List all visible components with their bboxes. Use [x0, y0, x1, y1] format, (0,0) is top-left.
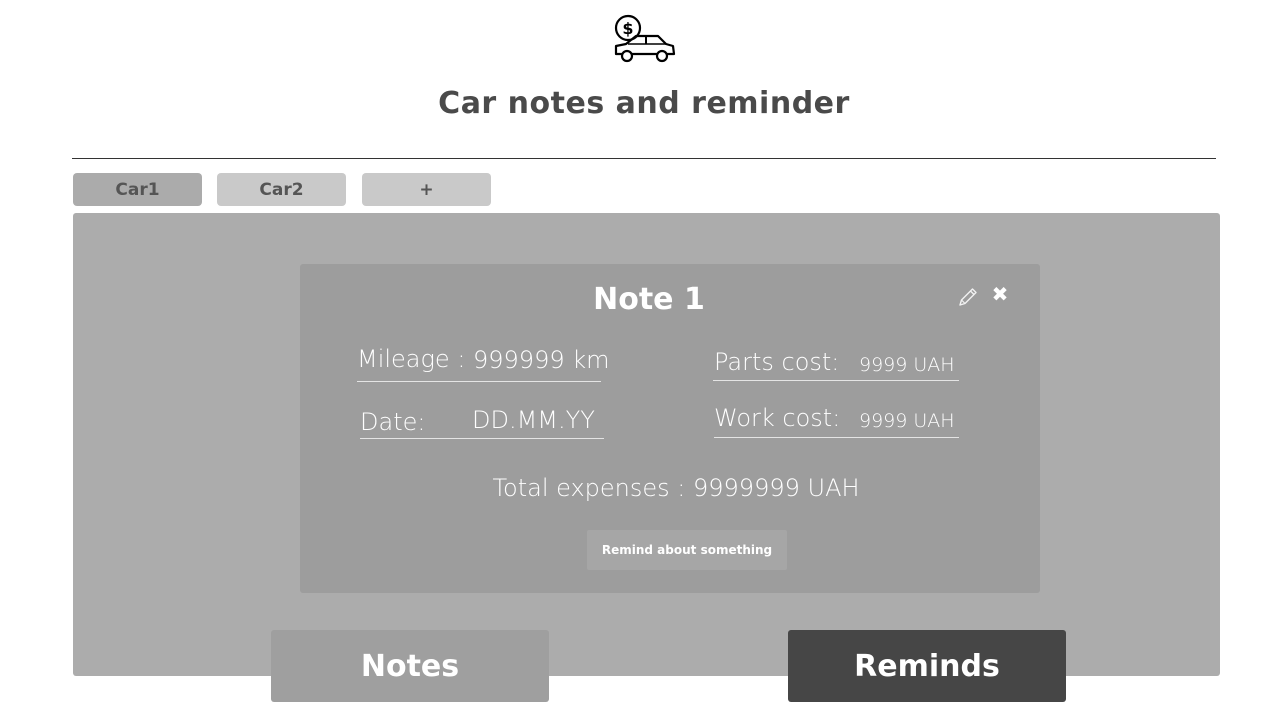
close-icon[interactable]: ✖ [990, 284, 1010, 304]
date-label: Date: [360, 408, 426, 436]
reminds-button[interactable]: Reminds [788, 630, 1066, 702]
remind-button[interactable]: Remind about something [587, 530, 787, 570]
tab-car1[interactable]: Car1 [73, 173, 202, 206]
work-cost-label: Work cost: [714, 404, 841, 432]
notes-button[interactable]: Notes [271, 630, 549, 702]
page-title: Car notes and reminder [438, 86, 850, 121]
pencil-icon[interactable] [957, 286, 979, 308]
work-cost-field[interactable]: Work cost: 9999 UAH [714, 404, 959, 438]
date-field[interactable]: Date: DD.MM.YY [360, 406, 604, 439]
mileage-label: Mileage : [357, 345, 466, 373]
add-car-tab-button[interactable]: + [362, 173, 491, 206]
header-divider [72, 158, 1216, 159]
car-dollar-icon: $ [614, 14, 676, 63]
note-title: Note 1 [593, 282, 705, 317]
parts-cost-value: 9999 UAH [859, 354, 955, 376]
total-expenses: Total expenses : 9999999 UAH [492, 474, 860, 502]
parts-cost-field[interactable]: Parts cost: 9999 UAH [713, 348, 959, 381]
date-value: DD.MM.YY [472, 406, 595, 434]
work-cost-value: 9999 UAH [859, 410, 955, 432]
tab-car2[interactable]: Car2 [217, 173, 346, 206]
mileage-value: 999999 km [473, 346, 610, 374]
parts-cost-label: Parts cost: [714, 348, 840, 376]
mileage-field[interactable]: Mileage : 999999 km [357, 344, 610, 382]
note-card: Note 1 ✖ Mileage : 999999 km Parts cost:… [300, 264, 1040, 593]
svg-text:$: $ [622, 19, 633, 38]
